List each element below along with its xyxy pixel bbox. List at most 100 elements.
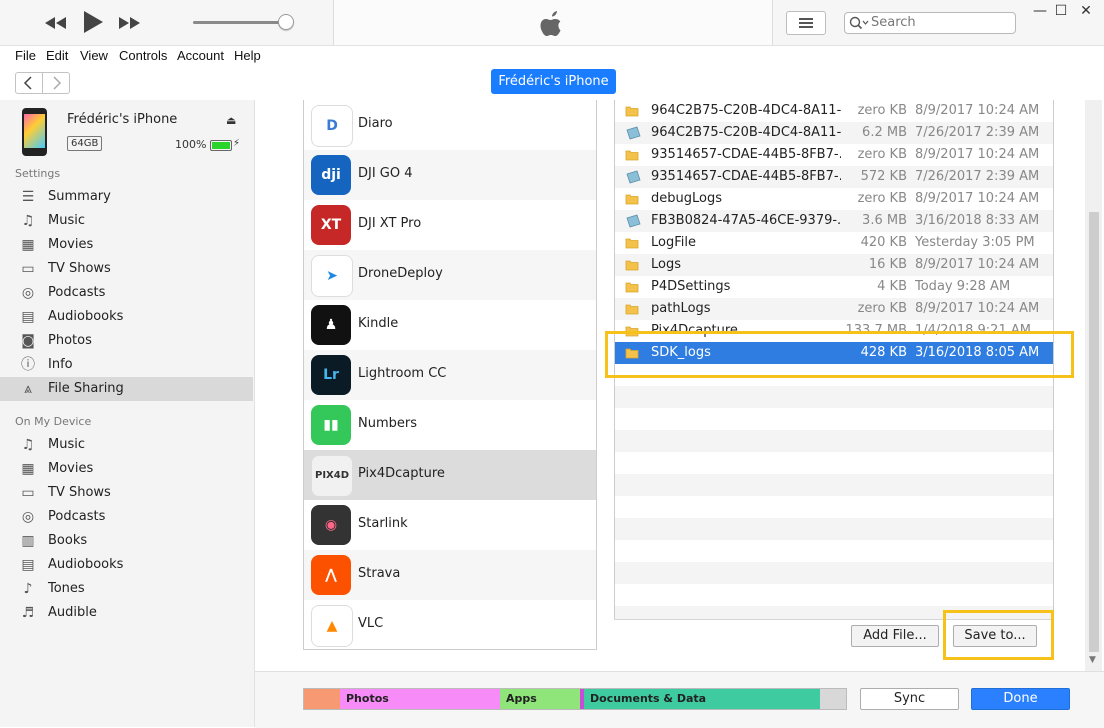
eject-icon[interactable]: ⏏ [226,114,236,127]
search-input[interactable]: Search [871,15,916,30]
storage-segment: Documents & Data [584,689,820,709]
on-my-device-heading: On My Device [15,415,92,428]
volume-slider-knob[interactable] [278,14,294,30]
app-name: Diaro [358,116,393,131]
file-name: P4DSettings [651,279,731,294]
device-item-tv-shows[interactable]: ▭ TV Shows [0,481,253,505]
file-row[interactable]: 93514657-CDAE-44B5-8FB7-... zero KB 8/9/20… [615,144,1053,166]
main-scrollbar[interactable]: ▼ [1085,100,1102,671]
app-row[interactable]: PIX4D Pix4Dcapture [304,450,596,501]
add-file-button[interactable]: Add File... [851,625,939,647]
file-sharing-icon: ⩓ [24,381,32,397]
sidebar-item-tv-shows[interactable]: ▭ TV Shows [0,257,253,281]
app-row[interactable]: dji DJI GO 4 [304,150,596,201]
status-display [333,0,773,45]
app-row[interactable]: D Diaro [304,100,596,151]
file-row[interactable]: 964C2B75-C20B-4DC4-8A11-... 6.2 MB 7/26/20… [615,122,1053,144]
back-button[interactable] [15,72,43,94]
device-item-audible[interactable]: ♬ Audible [0,601,253,625]
menu-edit[interactable]: Edit [46,48,68,63]
scrollbar-thumb[interactable] [1089,212,1099,652]
menu-account[interactable]: Account [177,48,224,63]
sidebar-item-file-sharing[interactable]: ⩓ File Sharing [0,377,253,401]
app-row[interactable]: ⋀ Strava [304,550,596,601]
storage-capacity-bar[interactable]: Photos Apps Documents & Data [303,688,847,710]
folder-icon [625,258,639,272]
app-icon: XT [311,205,351,245]
app-row[interactable]: ➤ DroneDeploy [304,250,596,301]
folder-icon [625,280,639,294]
empty-row [615,496,1053,518]
camera-icon: ◙ [21,333,35,349]
file-row[interactable]: FB3B0824-47A5-46CE-9379-... 3.6 MB 3/16/20… [615,210,1053,232]
file-size: 6.2 MB [862,125,907,140]
empty-row [615,474,1053,496]
sidebar-item-podcasts[interactable]: ◎ Podcasts [0,281,253,305]
play-button[interactable] [80,8,106,36]
sidebar-item-info[interactable]: ⓘ Info [0,353,253,377]
sidebar-item-movies[interactable]: ▦ Movies [0,233,253,257]
charging-icon: ⚡ [233,138,241,149]
app-name: DJI XT Pro [358,216,422,231]
storage-segment [820,689,846,709]
podcast-icon: ◎ [21,285,35,301]
device-item-tones[interactable]: ♪ Tones [0,577,253,601]
app-row[interactable]: ▮▮ Numbers [304,400,596,451]
app-row[interactable]: ♟ Kindle [304,300,596,351]
file-name: Logs [651,257,681,272]
menu-help[interactable]: Help [234,48,261,63]
empty-row [615,452,1053,474]
app-icon: ▲ [311,605,353,647]
list-view-button[interactable] [786,11,826,35]
minimize-window-button[interactable]: — [1030,3,1050,19]
volume-slider-track[interactable] [193,21,285,24]
sidebar-item-photos[interactable]: ◙ Photos [0,329,253,353]
maximize-window-button[interactable]: ☐ [1051,3,1071,19]
file-name: 964C2B75-C20B-4DC4-8A11-... [651,103,841,118]
rewind-button[interactable] [42,10,68,36]
file-name: 93514657-CDAE-44B5-8FB7-... [651,147,841,162]
sidebar-item-summary[interactable]: ☰ Summary [0,185,253,209]
device-button[interactable]: Frédéric's iPhone [491,69,616,94]
app-row[interactable]: XT DJI XT Pro [304,200,596,251]
fast-forward-button[interactable] [117,10,143,36]
app-row[interactable]: ◉ Starlink [304,500,596,551]
device-summary[interactable]: Frédéric's iPhone 64GB ⏏ 100% ⚡ [0,100,254,164]
device-item-movies[interactable]: ▦ Movies [0,457,253,481]
menu-view[interactable]: View [80,48,108,63]
search-field[interactable]: Search [844,12,1016,34]
apple-logo-icon [540,11,561,36]
file-name: debugLogs [651,191,722,206]
forward-button[interactable] [42,72,70,94]
device-item-books[interactable]: ▥ Books [0,529,253,553]
app-name: Lightroom CC [358,366,447,381]
file-date: 3/16/2018 8:33 AM [915,213,1040,228]
close-window-button[interactable]: ✕ [1076,3,1096,19]
settings-heading: Settings [15,167,61,180]
app-row[interactable]: ▲ VLC [304,600,596,649]
done-button[interactable]: Done [971,688,1070,710]
app-row[interactable]: Lr Lightroom CC [304,350,596,401]
file-name: 964C2B75-C20B-4DC4-8A11-... [651,125,841,140]
file-row[interactable]: 964C2B75-C20B-4DC4-8A11-... zero KB 8/9/20… [615,100,1053,122]
file-row[interactable]: pathLogs zero KB 8/9/2017 10:24 AM [615,298,1053,320]
menu-file[interactable]: File [15,48,36,63]
device-item-audiobooks[interactable]: ▤ Audiobooks [0,553,253,577]
scroll-down-arrow-icon[interactable]: ▼ [1089,655,1096,665]
sidebar-item-audiobooks[interactable]: ▤ Audiobooks [0,305,253,329]
menu-controls[interactable]: Controls [119,48,167,63]
file-name: LogFile [651,235,696,250]
file-row[interactable]: Logs 16 KB 8/9/2017 10:24 AM [615,254,1053,276]
capacity-bar-area: Photos Apps Documents & Data Sync Done [255,671,1104,728]
file-row[interactable]: debugLogs zero KB 8/9/2017 10:24 AM [615,188,1053,210]
file-row[interactable]: P4DSettings 4 KB Today 9:28 AM [615,276,1053,298]
device-item-podcasts[interactable]: ◎ Podcasts [0,505,253,529]
document-icon [625,126,641,140]
folder-icon [625,302,639,316]
file-row[interactable]: LogFile 420 KB Yesterday 3:05 PM [615,232,1053,254]
file-row[interactable]: 93514657-CDAE-44B5-8FB7-... 572 KB 7/26/20… [615,166,1053,188]
sidebar-item-music[interactable]: ♫ Music [0,209,253,233]
player-toolbar: Search — ☐ ✕ [0,0,1104,46]
device-item-music[interactable]: ♫ Music [0,433,253,457]
sync-button[interactable]: Sync [860,688,959,710]
